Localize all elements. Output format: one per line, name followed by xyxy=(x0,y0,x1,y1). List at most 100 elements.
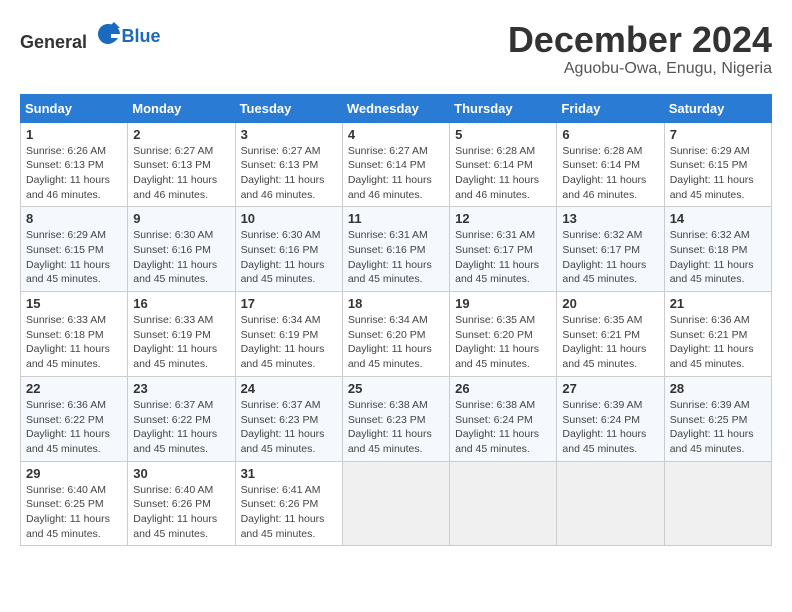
day-info: Sunrise: 6:34 AMSunset: 6:20 PMDaylight:… xyxy=(348,313,444,372)
column-header-wednesday: Wednesday xyxy=(342,94,449,122)
day-cell: 1 Sunrise: 6:26 AMSunset: 6:13 PMDaylight… xyxy=(21,122,128,207)
column-header-sunday: Sunday xyxy=(21,94,128,122)
logo-blue-text: Blue xyxy=(122,26,161,47)
day-number: 23 xyxy=(133,381,229,396)
day-number: 18 xyxy=(348,296,444,311)
day-cell: 31Sunrise: 6:41 AMSunset: 6:26 PMDayligh… xyxy=(235,461,342,546)
day-info: Sunrise: 6:40 AMSunset: 6:26 PMDaylight:… xyxy=(133,483,229,542)
day-cell xyxy=(342,461,449,546)
day-info: Sunrise: 6:27 AMSunset: 6:14 PMDaylight:… xyxy=(348,144,444,203)
day-info: Sunrise: 6:31 AMSunset: 6:16 PMDaylight:… xyxy=(348,228,444,287)
day-info: Sunrise: 6:37 AMSunset: 6:23 PMDaylight:… xyxy=(241,398,337,457)
day-info: Sunrise: 6:35 AMSunset: 6:21 PMDaylight:… xyxy=(562,313,658,372)
header: General Blue December 2024 Aguobu-Owa, E… xyxy=(20,20,772,78)
day-info: Sunrise: 6:33 AMSunset: 6:18 PMDaylight:… xyxy=(26,313,122,372)
day-info: Sunrise: 6:36 AMSunset: 6:22 PMDaylight:… xyxy=(26,398,122,457)
day-cell: 2Sunrise: 6:27 AMSunset: 6:13 PMDaylight… xyxy=(128,122,235,207)
day-info: Sunrise: 6:29 AMSunset: 6:15 PMDaylight:… xyxy=(670,144,766,203)
day-number: 5 xyxy=(455,127,551,142)
month-title: December 2024 xyxy=(508,20,772,60)
day-number: 3 xyxy=(241,127,337,142)
day-info: Sunrise: 6:28 AMSunset: 6:14 PMDaylight:… xyxy=(455,144,551,203)
day-number: 26 xyxy=(455,381,551,396)
week-row-4: 22 Sunrise: 6:36 AMSunset: 6:22 PMDayligh… xyxy=(21,376,772,461)
day-cell: 10 Sunrise: 6:30 AMSunset: 6:16 PMDayligh… xyxy=(235,207,342,292)
day-cell: 6 Sunrise: 6:28 AMSunset: 6:14 PMDaylight… xyxy=(557,122,664,207)
day-cell: 25Sunrise: 6:38 AMSunset: 6:23 PMDayligh… xyxy=(342,376,449,461)
logo-icon xyxy=(94,20,122,48)
day-cell: 11 Sunrise: 6:31 AMSunset: 6:16 PMDayligh… xyxy=(342,207,449,292)
day-cell: 24Sunrise: 6:37 AMSunset: 6:23 PMDayligh… xyxy=(235,376,342,461)
day-number: 12 xyxy=(455,211,551,226)
day-cell: 27 Sunrise: 6:39 AMSunset: 6:24 PMDayligh… xyxy=(557,376,664,461)
calendar: SundayMondayTuesdayWednesdayThursdayFrid… xyxy=(20,94,772,547)
day-info: Sunrise: 6:27 AMSunset: 6:13 PMDaylight:… xyxy=(241,144,337,203)
day-info: Sunrise: 6:27 AMSunset: 6:13 PMDaylight:… xyxy=(133,144,229,203)
location: Aguobu-Owa, Enugu, Nigeria xyxy=(508,60,772,78)
day-cell: 29 Sunrise: 6:40 AMSunset: 6:25 PMDayligh… xyxy=(21,461,128,546)
day-cell: 16Sunrise: 6:33 AMSunset: 6:19 PMDayligh… xyxy=(128,292,235,377)
day-cell xyxy=(450,461,557,546)
day-cell: 13 Sunrise: 6:32 AMSunset: 6:17 PMDayligh… xyxy=(557,207,664,292)
day-cell: 28Sunrise: 6:39 AMSunset: 6:25 PMDayligh… xyxy=(664,376,771,461)
day-number: 30 xyxy=(133,466,229,481)
day-info: Sunrise: 6:32 AMSunset: 6:17 PMDaylight:… xyxy=(562,228,658,287)
day-info: Sunrise: 6:32 AMSunset: 6:18 PMDaylight:… xyxy=(670,228,766,287)
day-cell: 15 Sunrise: 6:33 AMSunset: 6:18 PMDayligh… xyxy=(21,292,128,377)
day-cell: 26 Sunrise: 6:38 AMSunset: 6:24 PMDayligh… xyxy=(450,376,557,461)
day-number: 10 xyxy=(241,211,337,226)
day-number: 6 xyxy=(562,127,658,142)
day-number: 14 xyxy=(670,211,766,226)
day-number: 17 xyxy=(241,296,337,311)
day-cell: 22 Sunrise: 6:36 AMSunset: 6:22 PMDayligh… xyxy=(21,376,128,461)
day-info: Sunrise: 6:38 AMSunset: 6:24 PMDaylight:… xyxy=(455,398,551,457)
day-number: 11 xyxy=(348,211,444,226)
title-area: December 2024 Aguobu-Owa, Enugu, Nigeria xyxy=(508,20,772,78)
day-number: 21 xyxy=(670,296,766,311)
day-info: Sunrise: 6:31 AMSunset: 6:17 PMDaylight:… xyxy=(455,228,551,287)
column-header-tuesday: Tuesday xyxy=(235,94,342,122)
day-info: Sunrise: 6:34 AMSunset: 6:19 PMDaylight:… xyxy=(241,313,337,372)
day-info: Sunrise: 6:40 AMSunset: 6:25 PMDaylight:… xyxy=(26,483,122,542)
day-cell: 30 Sunrise: 6:40 AMSunset: 6:26 PMDayligh… xyxy=(128,461,235,546)
day-cell: 17 Sunrise: 6:34 AMSunset: 6:19 PMDayligh… xyxy=(235,292,342,377)
day-info: Sunrise: 6:26 AMSunset: 6:13 PMDaylight:… xyxy=(26,144,122,203)
day-number: 15 xyxy=(26,296,122,311)
day-cell: 23Sunrise: 6:37 AMSunset: 6:22 PMDayligh… xyxy=(128,376,235,461)
day-cell: 14 Sunrise: 6:32 AMSunset: 6:18 PMDayligh… xyxy=(664,207,771,292)
day-cell: 12 Sunrise: 6:31 AMSunset: 6:17 PMDayligh… xyxy=(450,207,557,292)
day-info: Sunrise: 6:28 AMSunset: 6:14 PMDaylight:… xyxy=(562,144,658,203)
day-cell: 20Sunrise: 6:35 AMSunset: 6:21 PMDayligh… xyxy=(557,292,664,377)
day-info: Sunrise: 6:30 AMSunset: 6:16 PMDaylight:… xyxy=(241,228,337,287)
day-cell: 19Sunrise: 6:35 AMSunset: 6:20 PMDayligh… xyxy=(450,292,557,377)
day-info: Sunrise: 6:41 AMSunset: 6:26 PMDaylight:… xyxy=(241,483,337,542)
week-row-1: 1 Sunrise: 6:26 AMSunset: 6:13 PMDaylight… xyxy=(21,122,772,207)
day-info: Sunrise: 6:36 AMSunset: 6:21 PMDaylight:… xyxy=(670,313,766,372)
day-number: 29 xyxy=(26,466,122,481)
day-cell: 3 Sunrise: 6:27 AMSunset: 6:13 PMDaylight… xyxy=(235,122,342,207)
day-cell: 7Sunrise: 6:29 AMSunset: 6:15 PMDaylight… xyxy=(664,122,771,207)
day-number: 13 xyxy=(562,211,658,226)
day-number: 28 xyxy=(670,381,766,396)
column-header-thursday: Thursday xyxy=(450,94,557,122)
day-info: Sunrise: 6:30 AMSunset: 6:16 PMDaylight:… xyxy=(133,228,229,287)
logo: General Blue xyxy=(20,20,161,53)
day-number: 16 xyxy=(133,296,229,311)
day-cell: 18 Sunrise: 6:34 AMSunset: 6:20 PMDayligh… xyxy=(342,292,449,377)
day-cell: 5 Sunrise: 6:28 AMSunset: 6:14 PMDaylight… xyxy=(450,122,557,207)
day-number: 9 xyxy=(133,211,229,226)
day-number: 8 xyxy=(26,211,122,226)
day-cell xyxy=(557,461,664,546)
column-header-monday: Monday xyxy=(128,94,235,122)
calendar-header-row: SundayMondayTuesdayWednesdayThursdayFrid… xyxy=(21,94,772,122)
day-cell: 8Sunrise: 6:29 AMSunset: 6:15 PMDaylight… xyxy=(21,207,128,292)
week-row-5: 29 Sunrise: 6:40 AMSunset: 6:25 PMDayligh… xyxy=(21,461,772,546)
day-number: 27 xyxy=(562,381,658,396)
day-number: 22 xyxy=(26,381,122,396)
day-number: 4 xyxy=(348,127,444,142)
day-cell xyxy=(664,461,771,546)
day-number: 1 xyxy=(26,127,122,142)
week-row-2: 8Sunrise: 6:29 AMSunset: 6:15 PMDaylight… xyxy=(21,207,772,292)
day-number: 19 xyxy=(455,296,551,311)
day-info: Sunrise: 6:39 AMSunset: 6:24 PMDaylight:… xyxy=(562,398,658,457)
